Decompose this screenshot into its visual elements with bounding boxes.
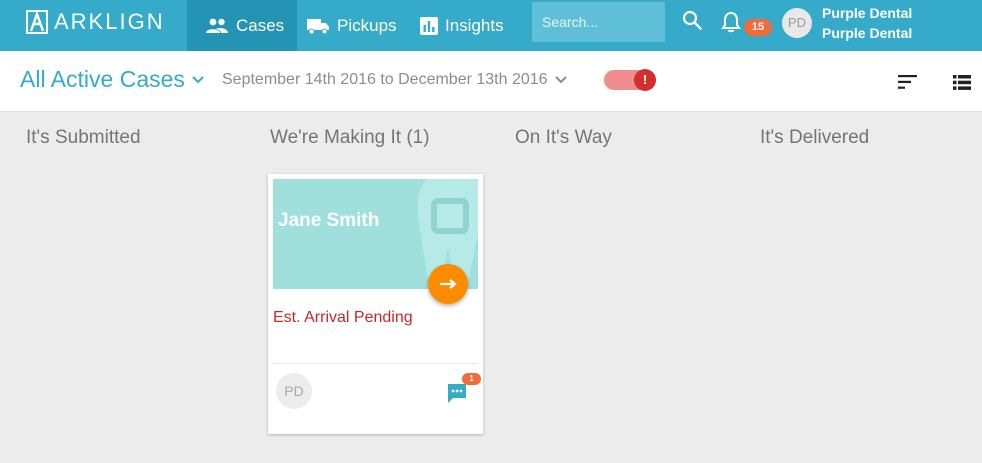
bell-icon[interactable] bbox=[721, 11, 741, 33]
notification-count-badge: 15 bbox=[744, 19, 772, 36]
case-view-label: All Active Cases bbox=[20, 66, 185, 92]
nav-tab-insights[interactable]: Insights bbox=[420, 0, 504, 51]
nav-tab-label: Cases bbox=[236, 15, 285, 35]
card-divider bbox=[273, 363, 478, 364]
chevron-down-icon bbox=[192, 75, 204, 83]
open-case-button[interactable] bbox=[428, 264, 468, 304]
bar-chart-icon bbox=[420, 16, 438, 35]
nav-tab-pickups[interactable]: Pickups bbox=[306, 0, 397, 51]
chevron-down-icon bbox=[554, 76, 567, 84]
account-name-line2: Purple Dental bbox=[822, 25, 913, 41]
case-card[interactable]: Jane Smith Est. Arrival Pending PD 1 bbox=[268, 174, 483, 434]
column-header-on-its-way: On It's Way bbox=[515, 127, 612, 148]
alert-icon: ! bbox=[634, 69, 656, 91]
alert-toggle[interactable]: ! bbox=[604, 69, 656, 91]
assignee-avatar: PD bbox=[276, 373, 312, 409]
patient-name: Jane Smith bbox=[278, 210, 380, 231]
account-name-line1: Purple Dental bbox=[822, 5, 913, 21]
column-header-making: We're Making It (1) bbox=[270, 127, 430, 148]
brand-logo[interactable]: ARKLIGN bbox=[26, 9, 165, 35]
nav-tab-label: Pickups bbox=[337, 15, 397, 35]
search-input[interactable] bbox=[532, 2, 665, 42]
arklign-logo-icon bbox=[26, 10, 48, 34]
sort-icon[interactable] bbox=[898, 75, 918, 89]
case-view-dropdown[interactable]: All Active Cases bbox=[20, 66, 205, 93]
case-status: Est. Arrival Pending bbox=[273, 309, 413, 326]
date-range-label: September 14th 2016 to December 13th 201… bbox=[222, 71, 548, 88]
truck-icon bbox=[307, 18, 329, 34]
date-range-dropdown[interactable]: September 14th 2016 to December 13th 201… bbox=[222, 71, 568, 89]
search-icon[interactable] bbox=[682, 10, 702, 30]
nav-tab-cases[interactable]: Cases bbox=[187, 0, 297, 51]
message-count-badge: 1 bbox=[462, 373, 481, 385]
account-name[interactable]: Purple Dental Purple Dental bbox=[822, 3, 912, 43]
column-header-submitted: It's Submitted bbox=[26, 127, 141, 148]
arrow-right-icon bbox=[440, 279, 457, 289]
chat-icon[interactable] bbox=[446, 382, 468, 404]
people-icon bbox=[206, 18, 228, 33]
list-view-icon[interactable] bbox=[953, 75, 971, 90]
top-nav-bar: ARKLIGN Cases Pickups Insights Search...… bbox=[0, 0, 982, 51]
column-header-delivered: It's Delivered bbox=[760, 127, 870, 148]
nav-tab-label: Insights bbox=[445, 15, 504, 35]
account-avatar[interactable]: PD bbox=[782, 8, 812, 38]
filter-bar: All Active Cases September 14th 2016 to … bbox=[0, 51, 982, 112]
brand-name: ARKLIGN bbox=[54, 9, 165, 34]
